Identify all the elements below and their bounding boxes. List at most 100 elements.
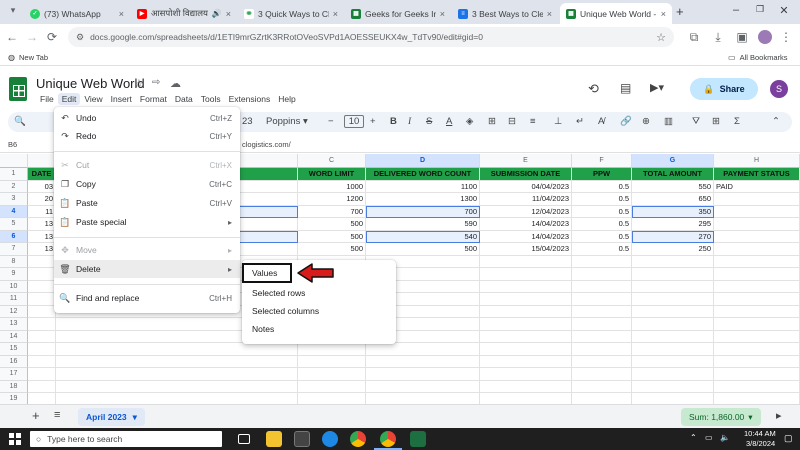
table-cell[interactable] bbox=[714, 380, 800, 393]
all-bookmarks[interactable]: ▭ All Bookmarks bbox=[728, 53, 788, 62]
table-cell[interactable] bbox=[714, 330, 800, 343]
submenu-item-selected-rows[interactable]: Selected rows bbox=[242, 284, 396, 302]
table-cell[interactable]: 0.5 bbox=[572, 230, 632, 243]
browser-tab-whatsapp[interactable]: ✓ (73) WhatsApp × bbox=[24, 3, 130, 24]
submenu-item-notes[interactable]: Notes bbox=[242, 320, 396, 338]
close-tab-icon[interactable]: × bbox=[661, 9, 666, 19]
table-cell[interactable] bbox=[28, 368, 56, 381]
table-cell[interactable] bbox=[28, 355, 56, 368]
notifications-icon[interactable]: ▢ bbox=[784, 433, 793, 444]
table-cell[interactable]: 500 bbox=[298, 243, 366, 256]
menu-item-cut[interactable]: ✂ Cut Ctrl+X bbox=[54, 156, 240, 174]
table-cell[interactable] bbox=[56, 355, 298, 368]
chrome-active-icon[interactable] bbox=[380, 431, 396, 447]
table-cell[interactable] bbox=[632, 393, 714, 404]
table-cell[interactable] bbox=[480, 368, 572, 381]
clock-date[interactable]: 3/8/2024 bbox=[746, 439, 775, 448]
row-header[interactable]: 15 bbox=[0, 343, 28, 356]
menu-tools[interactable]: Tools bbox=[197, 93, 225, 105]
downloads-icon[interactable]: ⤓ bbox=[710, 29, 726, 45]
table-cell[interactable] bbox=[714, 393, 800, 404]
task-view-icon[interactable] bbox=[238, 434, 250, 444]
header-cell[interactable]: PAYMENT STATUS bbox=[714, 168, 800, 181]
table-cell[interactable]: 14/04/2023 bbox=[480, 230, 572, 243]
table-cell[interactable] bbox=[572, 268, 632, 281]
star-icon[interactable]: ☆ bbox=[134, 77, 144, 90]
table-cell[interactable] bbox=[28, 280, 56, 293]
table-cell[interactable] bbox=[28, 293, 56, 306]
table-cell[interactable] bbox=[56, 393, 298, 404]
table-cell[interactable] bbox=[480, 393, 572, 404]
table-cell[interactable] bbox=[632, 255, 714, 268]
table-cell[interactable]: 04/04/2023 bbox=[480, 180, 572, 193]
table-cell[interactable] bbox=[572, 318, 632, 331]
table-cell[interactable] bbox=[298, 343, 366, 356]
table-cell[interactable]: 550 bbox=[632, 180, 714, 193]
file-explorer-icon[interactable] bbox=[266, 431, 282, 447]
table-cell[interactable] bbox=[714, 268, 800, 281]
excel-icon[interactable] bbox=[410, 431, 426, 447]
table-cell[interactable]: 1200 bbox=[298, 193, 366, 206]
reload-icon[interactable]: ⟳ bbox=[44, 29, 60, 45]
table-cell[interactable]: 13 bbox=[28, 218, 56, 231]
table-cell[interactable] bbox=[28, 380, 56, 393]
table-cell[interactable] bbox=[366, 368, 480, 381]
bold-icon[interactable]: B bbox=[390, 115, 397, 129]
table-cell[interactable]: 700 bbox=[366, 205, 480, 218]
table-cell[interactable] bbox=[366, 393, 480, 404]
menu-data[interactable]: Data bbox=[171, 93, 197, 105]
table-cell[interactable] bbox=[572, 380, 632, 393]
name-box[interactable]: B6 bbox=[8, 140, 17, 149]
table-cell[interactable] bbox=[714, 305, 800, 318]
table-cell[interactable]: 13 bbox=[28, 243, 56, 256]
table-cell[interactable]: 11 bbox=[28, 205, 56, 218]
header-cell[interactable]: DATE bbox=[28, 168, 56, 181]
browser-tab-quick-ways[interactable]: ⚭ 3 Quick Ways to Clea × bbox=[238, 3, 344, 24]
table-cell[interactable]: 590 bbox=[366, 218, 480, 231]
table-cell[interactable] bbox=[480, 255, 572, 268]
table-cell[interactable]: 13 bbox=[28, 230, 56, 243]
table-cell[interactable]: 0.5 bbox=[572, 218, 632, 231]
site-info-icon[interactable]: ⚙ bbox=[76, 32, 84, 43]
table-cell[interactable] bbox=[28, 268, 56, 281]
profile-avatar-icon[interactable] bbox=[758, 30, 772, 44]
comments-icon[interactable]: ▤ bbox=[620, 81, 631, 95]
submenu-item-selected-columns[interactable]: Selected columns bbox=[242, 302, 396, 320]
table-cell[interactable] bbox=[572, 280, 632, 293]
filter-views-icon[interactable]: ⊞ bbox=[712, 115, 720, 129]
back-icon[interactable]: ← bbox=[4, 29, 20, 45]
table-cell[interactable] bbox=[632, 355, 714, 368]
wrap-icon[interactable]: ↵ bbox=[576, 115, 584, 129]
menu-item-redo[interactable]: ↷ Redo Ctrl+Y bbox=[54, 127, 240, 145]
table-cell[interactable]: 295 bbox=[632, 218, 714, 231]
table-cell[interactable] bbox=[714, 255, 800, 268]
table-cell[interactable] bbox=[632, 268, 714, 281]
table-cell[interactable] bbox=[714, 368, 800, 381]
table-cell[interactable] bbox=[572, 305, 632, 318]
borders-icon[interactable]: ⊞ bbox=[488, 115, 496, 129]
column-header-a[interactable] bbox=[28, 154, 56, 168]
functions-icon[interactable]: Σ bbox=[734, 115, 740, 129]
column-header-d[interactable]: D bbox=[366, 154, 480, 168]
new-tab-button[interactable]: + bbox=[676, 4, 684, 19]
table-cell[interactable] bbox=[632, 368, 714, 381]
tab-search-icon[interactable]: ▾ bbox=[6, 5, 20, 19]
table-cell[interactable] bbox=[366, 355, 480, 368]
column-header-c[interactable]: C bbox=[298, 154, 366, 168]
merge-cells-icon[interactable]: ⊟ bbox=[508, 115, 516, 129]
table-cell[interactable]: 15/04/2023 bbox=[480, 243, 572, 256]
table-cell[interactable] bbox=[632, 280, 714, 293]
table-cell[interactable] bbox=[480, 293, 572, 306]
table-cell[interactable] bbox=[572, 368, 632, 381]
bookmark-star-icon[interactable]: ☆ bbox=[656, 31, 666, 44]
browser-tab-geeks[interactable]: ▦ Geeks for Geeks Inho × bbox=[345, 3, 451, 24]
table-cell[interactable] bbox=[298, 393, 366, 404]
font-size-decrease[interactable]: − bbox=[328, 115, 334, 129]
header-cell[interactable]: WORD LIMIT bbox=[298, 168, 366, 181]
close-tab-icon[interactable]: × bbox=[333, 9, 338, 19]
sheets-logo-icon[interactable] bbox=[9, 77, 27, 101]
table-cell[interactable] bbox=[56, 368, 298, 381]
table-cell[interactable] bbox=[56, 343, 298, 356]
table-cell[interactable] bbox=[572, 355, 632, 368]
select-all-corner[interactable] bbox=[0, 154, 28, 168]
